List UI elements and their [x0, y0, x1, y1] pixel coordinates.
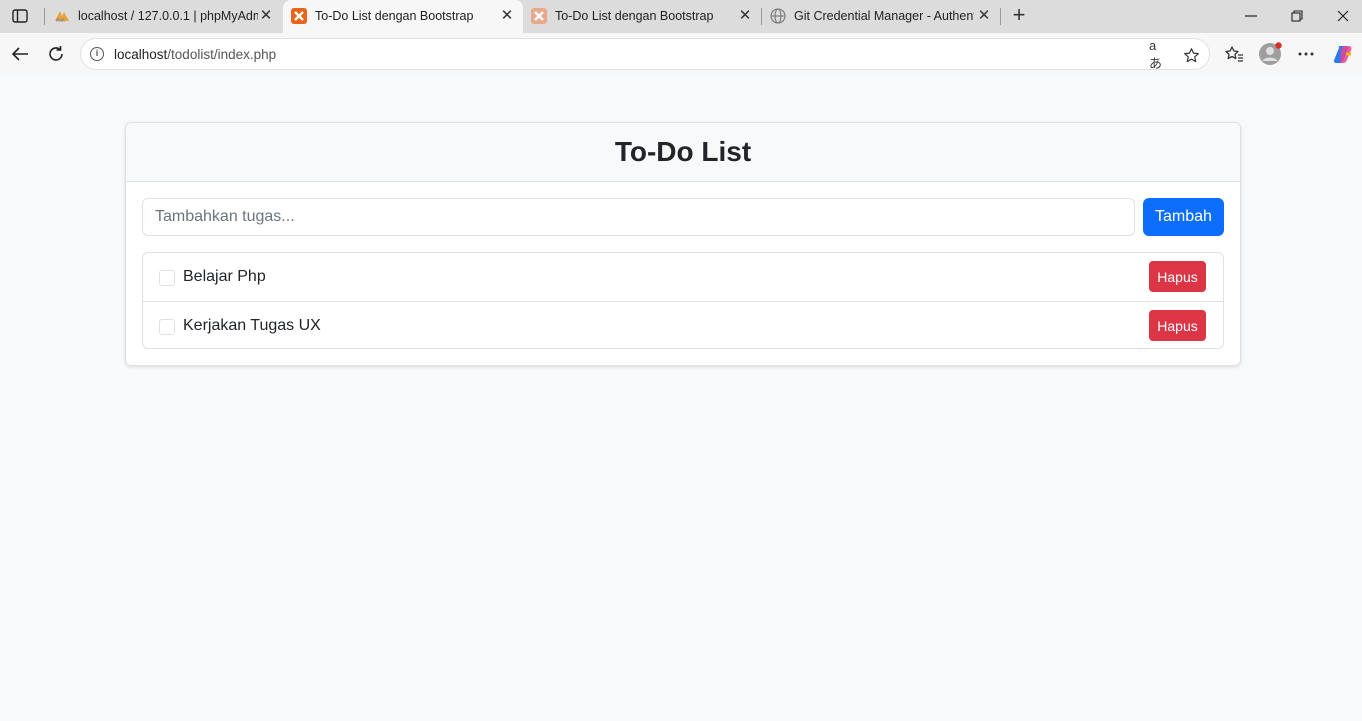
task-checkbox[interactable] — [159, 270, 175, 286]
url-text[interactable]: localhost/todolist/index.php — [114, 47, 276, 62]
close-window-icon[interactable] — [1331, 6, 1355, 26]
tab-phpmyadmin[interactable]: PMA localhost / 127.0.0.1 | phpMyAdmin ✕ — [46, 0, 282, 33]
url-host: localhost — [114, 47, 168, 62]
tab-actions-button[interactable] — [8, 6, 32, 26]
address-toolbar: i localhost/todolist/index.php aあ — [0, 33, 1362, 75]
tab-separator — [1000, 8, 1001, 25]
task-label: Kerjakan Tugas UX — [183, 317, 321, 334]
add-task-button[interactable]: Tambah — [1143, 198, 1224, 236]
svg-text:PMA: PMA — [56, 18, 65, 23]
close-tab-icon[interactable]: ✕ — [737, 7, 753, 25]
url-path: /todolist/index.php — [167, 47, 277, 62]
phpmyadmin-icon: PMA — [54, 8, 70, 24]
address-bar[interactable]: i localhost/todolist/index.php aあ — [80, 38, 1210, 71]
close-tab-icon[interactable]: ✕ — [976, 7, 992, 25]
todo-card: To-Do List Tambah Belajar Php Hapus Kerj… — [125, 122, 1241, 366]
page-title: To-Do List — [614, 136, 752, 167]
card-header: To-Do List — [126, 123, 1240, 182]
more-options-icon[interactable] — [1294, 42, 1318, 66]
tab-title: To-Do List dengan Bootstrap — [555, 9, 714, 23]
task-label: Belajar Php — [183, 268, 266, 285]
tab-title: To-Do List dengan Bootstrap — [315, 9, 474, 23]
close-tab-icon[interactable]: ✕ — [258, 7, 274, 25]
reload-button[interactable] — [43, 41, 69, 67]
delete-task-button[interactable]: Hapus — [1149, 310, 1206, 341]
task-checkbox[interactable] — [159, 319, 175, 335]
task-item: Kerjakan Tugas UX Hapus — [143, 301, 1223, 349]
close-tab-icon[interactable]: ✕ — [499, 7, 515, 25]
tab-title: localhost / 127.0.0.1 | phpMyAdmin — [78, 9, 258, 23]
profile-avatar[interactable] — [1258, 42, 1282, 66]
tab-title: Git Credential Manager - Authentication — [794, 9, 974, 23]
xampp-icon — [291, 8, 307, 24]
site-info-icon[interactable]: i — [90, 47, 104, 61]
favorites-icon[interactable] — [1222, 42, 1246, 66]
tab-separator — [44, 8, 45, 25]
tab-actions-icon — [12, 9, 28, 23]
back-arrow-icon — [11, 47, 28, 61]
tab-todo-active[interactable]: To-Do List dengan Bootstrap ✕ — [283, 0, 523, 33]
copilot-icon[interactable] — [1331, 42, 1355, 66]
minimize-icon[interactable] — [1239, 6, 1263, 26]
globe-icon — [770, 8, 786, 24]
xampp-icon — [531, 8, 547, 24]
tab-git-credential[interactable]: Git Credential Manager - Authentication … — [762, 0, 1000, 33]
read-aloud-icon[interactable]: aあ — [1149, 38, 1169, 71]
page-viewport: To-Do List Tambah Belajar Php Hapus Kerj… — [4, 75, 1358, 717]
tab-todo[interactable]: To-Do List dengan Bootstrap ✕ — [523, 0, 761, 33]
tab-strip: PMA localhost / 127.0.0.1 | phpMyAdmin ✕… — [0, 0, 1362, 33]
task-item: Belajar Php Hapus — [143, 253, 1223, 301]
new-tab-icon[interactable]: + — [1007, 4, 1031, 28]
reload-icon — [49, 46, 63, 61]
task-list: Belajar Php Hapus Kerjakan Tugas UX Hapu… — [142, 252, 1224, 349]
back-button[interactable] — [7, 41, 33, 67]
delete-task-button[interactable]: Hapus — [1149, 261, 1206, 292]
favorite-star-icon[interactable] — [1181, 45, 1201, 65]
restore-icon[interactable] — [1285, 6, 1309, 26]
task-input[interactable] — [142, 198, 1135, 236]
